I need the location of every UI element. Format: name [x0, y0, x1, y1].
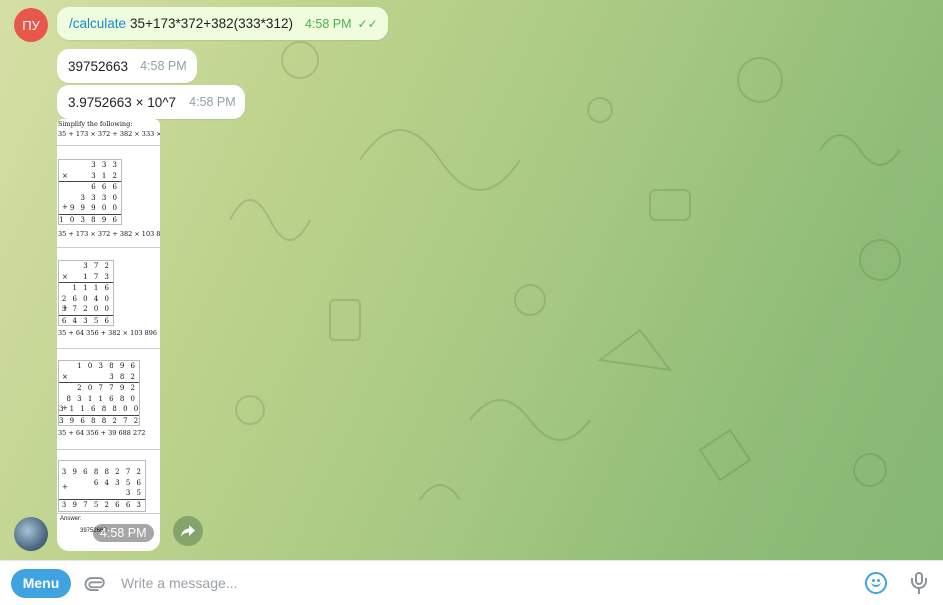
step-row: 3 3 3: [91, 161, 119, 169]
scientific-text: 3.9752663 × 10^7: [68, 94, 177, 110]
step-divider: [57, 247, 160, 248]
plus-sign: +: [62, 483, 68, 491]
multiplication-step-1: × + 3 3 3 3 1 2 6 6 6 3 3 3 0 9 9 9 0 0 …: [58, 159, 122, 225]
plus-sign: +: [62, 404, 68, 412]
message-time: 4:58 PM: [140, 59, 187, 73]
command-message-bubble[interactable]: /calculate 35+173*372+382(333*312) 4:58 …: [57, 7, 388, 40]
mic-stem: [918, 589, 920, 594]
step-divider: [57, 145, 160, 146]
step-row: 3 1 2: [91, 171, 119, 180]
image-expression: 35 + 64 356 + 39 688 272: [58, 429, 146, 437]
menu-button[interactable]: Menu: [11, 568, 71, 598]
step-divider: [57, 449, 160, 450]
mic-arc: [911, 578, 927, 589]
times-sign: ×: [62, 172, 68, 180]
step-row: 8 3 1 1 6 8 0: [66, 394, 137, 403]
share-icon[interactable]: [173, 516, 203, 546]
step-row: 3 9 6 8 8 2 7 2: [59, 414, 141, 425]
step-row: 3 5: [125, 489, 143, 497]
step-row: 6 6 6: [59, 181, 121, 193]
step-row: 9 9 9 0 0: [69, 204, 119, 212]
multiplication-step-3: × + 1 0 3 8 9 6 3 8 2 2 0 7 7 9 2 8 3 1 …: [58, 360, 140, 426]
image-expression: 35 + 173 × 372 + 382 × 333 × 312: [58, 130, 160, 138]
step-row: 1 0 3 8 9 6: [77, 362, 137, 370]
message-time: 4:58 PM: [189, 95, 236, 109]
message-composer: Menu: [0, 560, 943, 605]
message-input[interactable]: [121, 575, 865, 591]
step-row: 3 1 1 6 8 8 0 0: [59, 405, 141, 413]
step-row: 1 1 1 6: [59, 282, 113, 294]
scientific-message-bubble[interactable]: 3.9752663 × 10^7 4:58 PM: [57, 85, 245, 119]
emoji-smile: [871, 582, 881, 587]
step-divider: [57, 513, 160, 514]
sender-avatar[interactable]: ПУ: [14, 8, 48, 42]
bot-command-link[interactable]: /calculate: [69, 16, 126, 31]
attach-icon[interactable]: [78, 566, 112, 600]
multiplication-step-2: × + 3 7 2 1 7 3 1 1 1 6 2 6 0 4 0 3 7 2 …: [58, 260, 114, 326]
command-expression: 35+173*372+382(333*312): [130, 16, 293, 31]
addition-step-4: + 3 9 6 8 8 2 7 2 6 4 3 5 6 3 5 3 9 7 5 …: [58, 460, 146, 512]
image-message-time: 4:58 PM: [93, 524, 154, 542]
plus-sign: +: [62, 304, 68, 312]
step-row: 3 3 3 0: [80, 193, 119, 202]
times-sign: ×: [62, 273, 68, 281]
step-row: 3 9 7 5 2 6 6 3: [59, 498, 145, 511]
answer-label: Answer:: [60, 516, 82, 522]
result-message-bubble[interactable]: 39752663 4:58 PM: [57, 49, 197, 83]
plus-sign: +: [62, 203, 68, 211]
step-row: 2 0 7 7 9 2: [59, 382, 139, 394]
bot-avatar[interactable]: [14, 517, 48, 551]
double-check-icon: ✓✓: [357, 16, 378, 31]
times-sign: ×: [62, 373, 68, 381]
step-row: 6 4 3 5 6: [93, 478, 143, 487]
image-heading: Simplify the following:: [58, 120, 133, 128]
step-row: 3 9 6 8 8 2 7 2: [61, 468, 143, 476]
message-time: 4:58 PM: [304, 16, 352, 31]
result-text: 39752663: [68, 58, 129, 74]
image-expression: 35 + 64 356 + 382 × 103 896: [58, 329, 158, 337]
step-row: 6 4 3 5 6: [59, 314, 113, 327]
image-expression: 35 + 173 × 372 + 382 × 103 896: [58, 230, 160, 238]
step-divider: [57, 348, 160, 349]
microphone-icon[interactable]: [909, 571, 929, 595]
step-row: 1 0 3 8 9 6: [59, 213, 121, 224]
step-row: 3 7 2: [83, 262, 111, 270]
solution-image[interactable]: Simplify the following: 35 + 173 × 372 +…: [57, 119, 160, 551]
step-row: 3 8 2: [109, 372, 137, 381]
emoji-icon[interactable]: [865, 572, 887, 594]
